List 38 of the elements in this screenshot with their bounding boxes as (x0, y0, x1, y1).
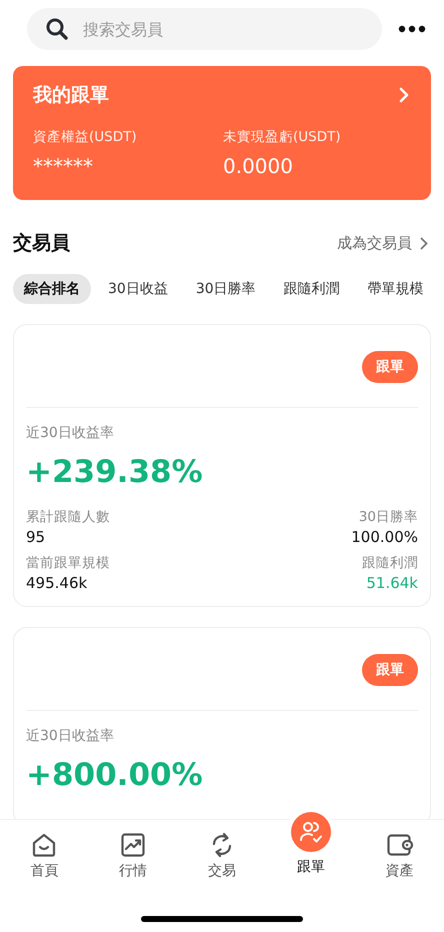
roi-value: +800.00% (26, 757, 204, 793)
nav-tab[interactable]: 行情 (88, 820, 178, 900)
nav-tab[interactable]: 交易 (178, 820, 266, 900)
stat-label: 累計跟隨人數 (26, 508, 111, 526)
chevron-right-icon (420, 236, 428, 250)
more-icon[interactable] (398, 25, 426, 33)
card-title: 我的跟單 (33, 83, 109, 108)
nav-tab[interactable]: 首頁 (0, 820, 89, 900)
nav-tab[interactable]: 跟單 (266, 812, 356, 900)
filter-tab[interactable]: 帶單規模 (356, 274, 435, 304)
stat-value: 51.64k (366, 574, 418, 592)
section-title: 交易員 (13, 231, 70, 256)
roi-label: 近30日收益率 (26, 727, 115, 745)
user-check-icon (298, 820, 323, 844)
become-trader-link[interactable]: 成為交易員 (337, 234, 428, 252)
stat-label: 資產權益(USDT) (33, 128, 138, 146)
search-icon (45, 17, 69, 41)
chevron-right-icon (399, 87, 409, 103)
nav-tab[interactable]: 資產 (355, 820, 444, 900)
filter-tab[interactable]: 30日收益 (97, 274, 179, 304)
roi-value: +239.38% (26, 454, 204, 490)
stat-value: 100.00% (351, 528, 418, 546)
roi-label: 近30日收益率 (26, 424, 115, 442)
stat-label: 跟隨利潤 (362, 554, 418, 572)
house-icon (31, 832, 58, 858)
stat-label: 未實現盈虧(USDT) (223, 128, 342, 146)
stat-label: 30日勝率 (358, 508, 418, 526)
chart-icon (120, 832, 146, 858)
stat-value: ****** (33, 154, 94, 178)
stat-label: 當前跟單規模 (26, 554, 111, 572)
filter-tab[interactable]: 30日勝率 (184, 274, 267, 304)
wallet-icon (386, 832, 414, 858)
stat-value: 95 (26, 528, 46, 546)
filter-tab[interactable]: 跟隨利潤 (272, 274, 351, 304)
stat-value: 0.0000 (223, 154, 294, 178)
stat-value: 495.46k (26, 574, 88, 592)
filter-tab[interactable]: 綜合排名 (13, 274, 91, 304)
search-field[interactable]: 搜索交易員 (27, 8, 382, 50)
